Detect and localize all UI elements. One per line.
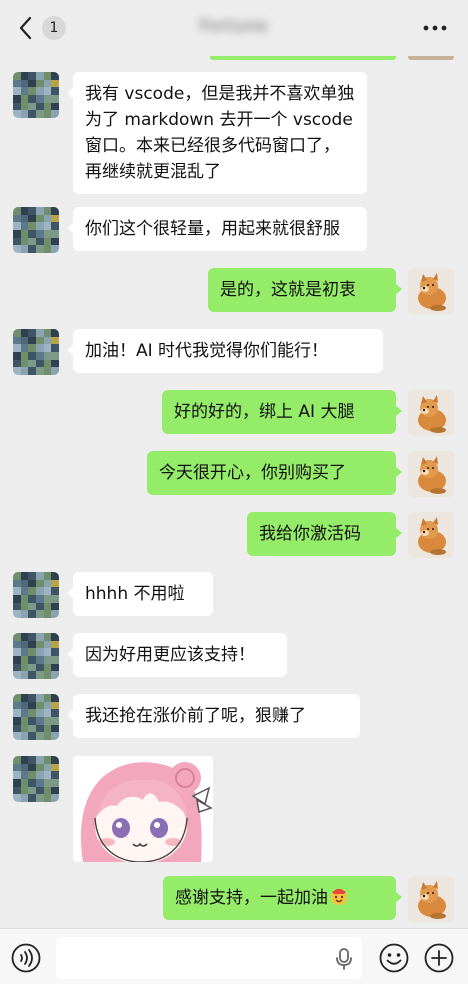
pixelated-avatar-image [13,633,59,679]
message-bubble-outgoing[interactable]: 好的好的，绑上 AI 大腿 [162,390,402,434]
contact-avatar[interactable] [13,329,59,375]
voice-mode-button[interactable] [10,942,42,974]
chevron-left-icon [14,13,36,43]
dog-photo-avatar-image [408,451,454,497]
more-options-button[interactable] [420,15,450,41]
my-avatar[interactable] [408,876,454,922]
pixelated-avatar-image [13,329,59,375]
pixelated-avatar-image [13,572,59,618]
previous-avatar-edge [408,56,454,60]
more-dots-icon [423,25,447,31]
my-avatar[interactable] [408,268,454,314]
dog-photo-avatar-image [408,876,454,922]
message-bubble-incoming[interactable]: 我有 vscode，但是我并不喜欢单独为了 markdown 去开一个 vsco… [67,72,367,194]
back-button[interactable]: 1 [14,13,66,43]
more-functions-button[interactable] [423,942,455,974]
message-bubble-outgoing[interactable]: 我给你激活码 [247,512,402,556]
contact-avatar[interactable] [13,633,59,679]
contact-avatar[interactable] [13,572,59,618]
pixelated-avatar-image [13,207,59,253]
message-bubble-incoming[interactable]: 你们这个很轻量，用起来就很舒服 [67,207,367,251]
microphone-icon[interactable] [334,947,354,971]
emoji-button[interactable] [378,942,410,974]
contact-avatar[interactable] [13,72,59,118]
dog-photo-avatar-image [408,390,454,436]
message-bubble-incoming[interactable]: 我还抢在涨价前了呢，狠赚了 [67,694,360,738]
anime-girl-sticker[interactable] [73,756,213,862]
cheering-face-emoji-icon [329,886,349,906]
pink-hair-anime-girl-sticker-image [73,756,213,862]
message-bubble-outgoing[interactable]: 今天很开心，你别购买了 [147,451,402,495]
message-input[interactable] [56,937,362,979]
voice-mode-icon [11,943,41,973]
chat-header: 1 Fortune [0,0,468,56]
chat-title: Fortune [199,16,269,35]
my-avatar[interactable] [408,512,454,558]
pixelated-avatar-image [13,694,59,740]
emoji-face-icon [379,943,409,973]
message-bubble-incoming[interactable]: hhhh 不用啦 [67,572,213,616]
my-avatar[interactable] [408,451,454,497]
contact-avatar[interactable] [13,207,59,253]
message-bubble-outgoing[interactable]: 感谢支持，一起加油 [163,876,402,920]
message-list[interactable]: 我有 vscode，但是我并不喜欢单独为了 markdown 去开一个 vsco… [0,56,468,928]
message-bubble-incoming[interactable]: 加油！AI 时代我觉得你们能行！ [67,329,383,373]
input-bar [0,928,468,984]
unread-count-badge: 1 [42,16,66,40]
contact-avatar[interactable] [13,756,59,802]
my-avatar[interactable] [408,390,454,436]
pixelated-avatar-image [13,756,59,802]
dog-photo-avatar-image [408,512,454,558]
pixelated-avatar-image [13,72,59,118]
message-bubble-incoming[interactable]: 因为好用更应该支持！ [67,633,287,677]
contact-avatar[interactable] [13,694,59,740]
plus-circle-icon [424,943,454,973]
message-text: 感谢支持，一起加油 [175,888,328,908]
previous-message-edge [210,56,396,60]
message-bubble-outgoing[interactable]: 是的，这就是初衷 [208,268,402,312]
dog-photo-avatar-image [408,268,454,314]
